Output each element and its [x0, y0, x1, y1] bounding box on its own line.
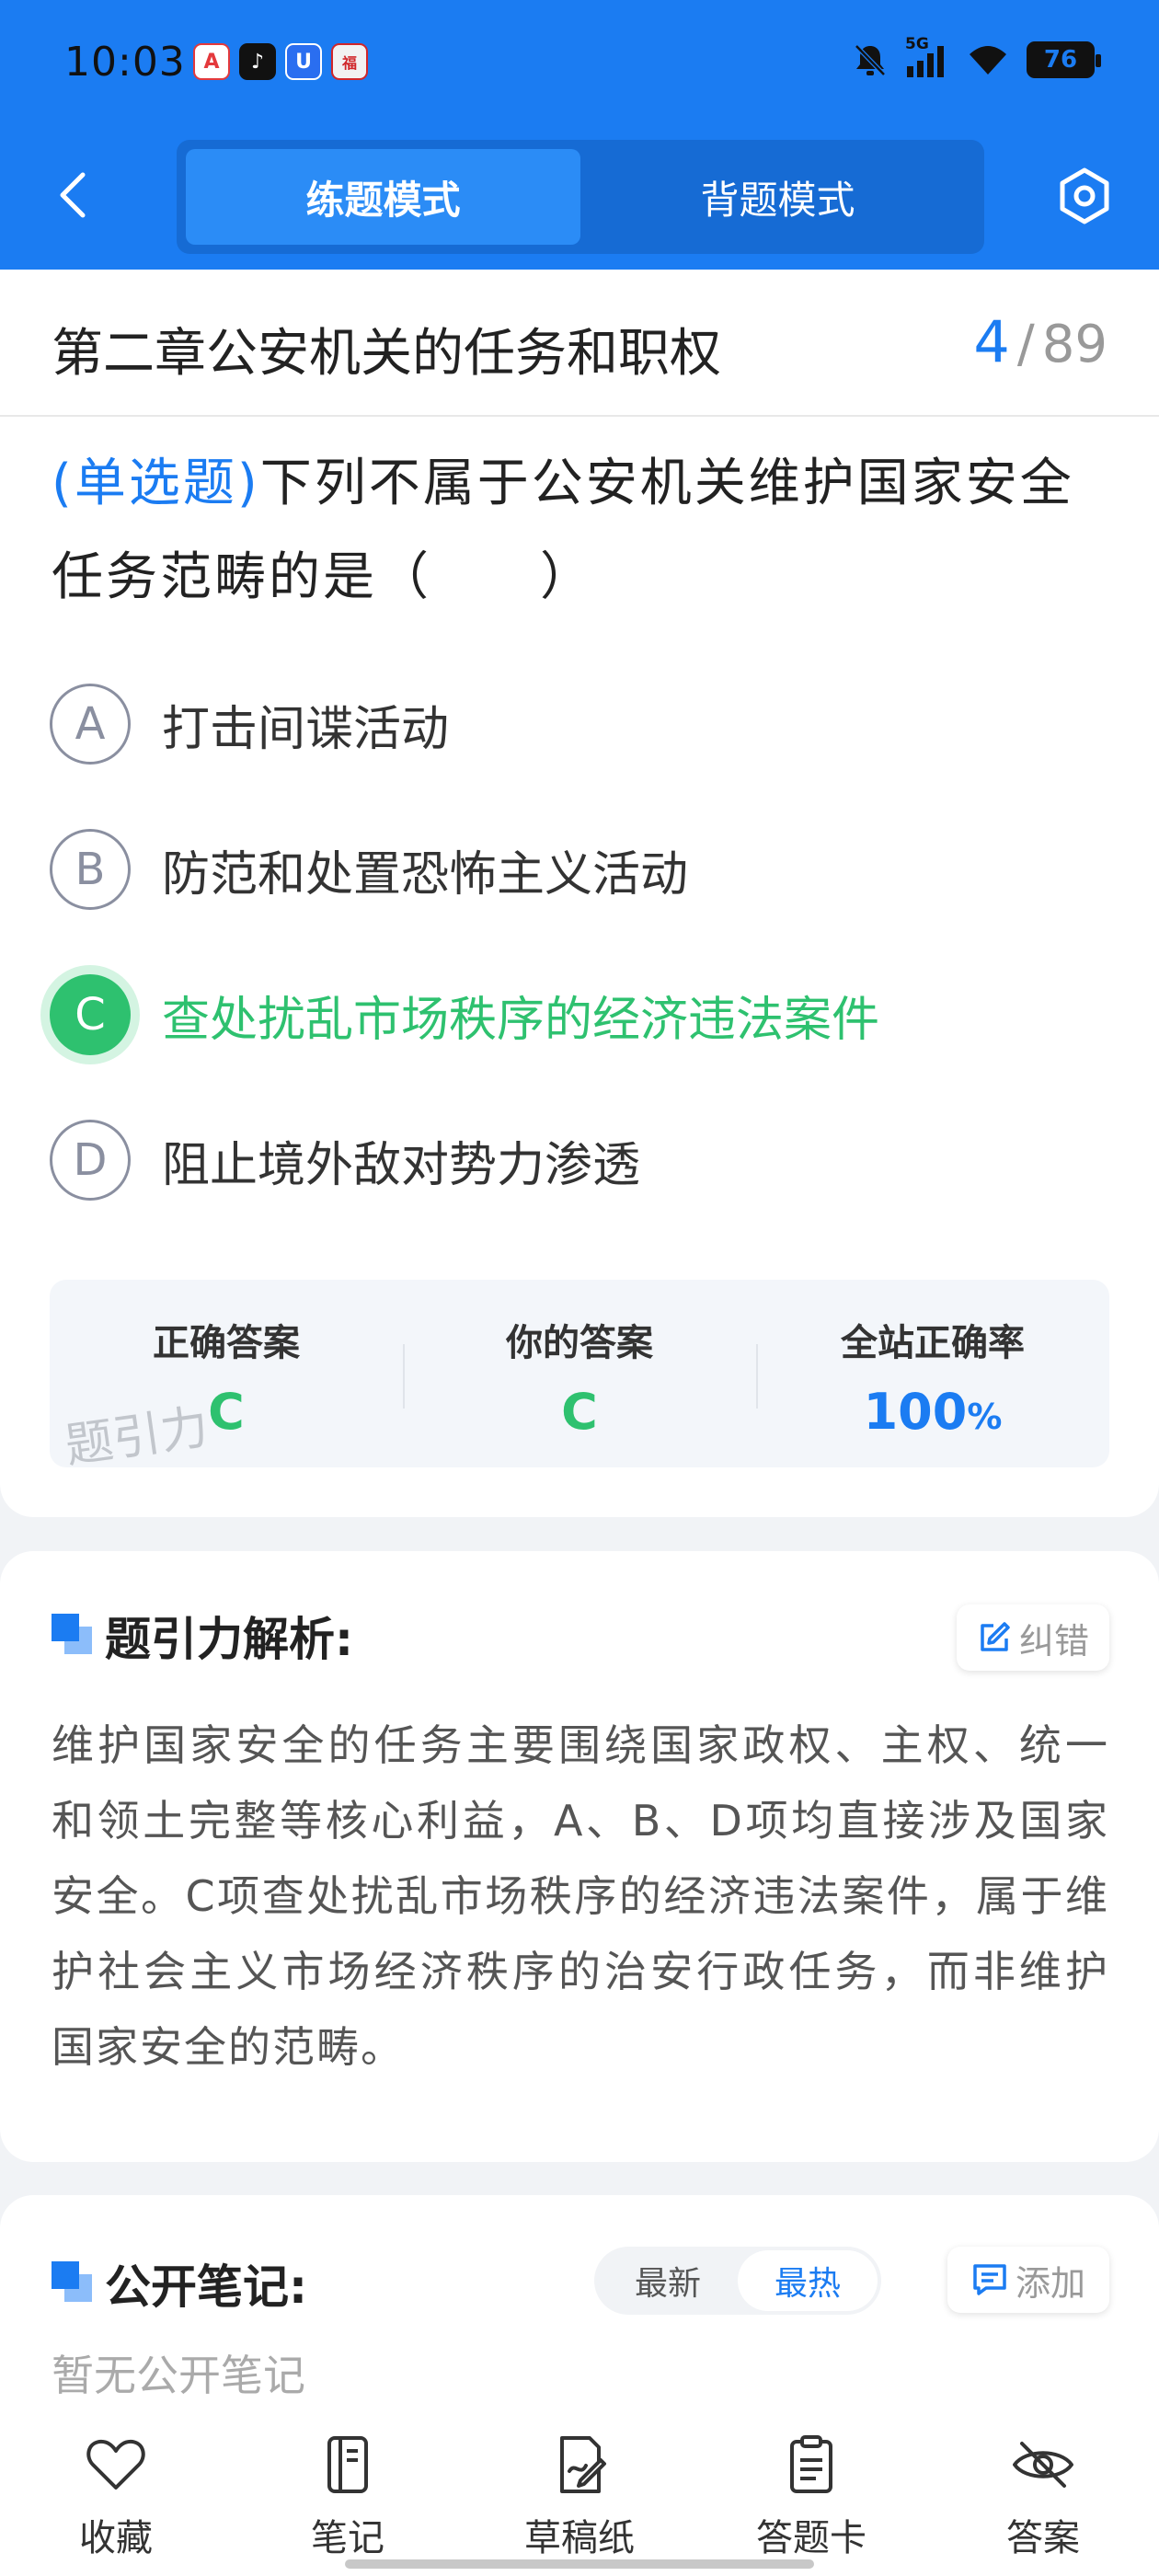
wifi-icon	[970, 46, 1006, 75]
signal-5g-icon: 5G	[905, 35, 949, 79]
analysis-text: 维护国家安全的任务主要围绕国家政权、主权、统一和领土完整等核心利益，A、B、D项…	[52, 1720, 1109, 2072]
chapter-header: 第二章公安机关的任务和职权 4/89	[0, 270, 1159, 417]
answer-card-icon	[790, 2435, 832, 2493]
your-answer-block: 你的答案 C	[403, 1280, 756, 1467]
tab-memorize-mode[interactable]: 背题模式	[580, 149, 975, 245]
status-time: 10:03	[64, 39, 186, 86]
accuracy-unit: %	[967, 1397, 1003, 1437]
chevron-left-icon	[60, 172, 86, 218]
mode-switch: 练题模式 背题模式	[177, 140, 984, 254]
show-answer-label: 答案	[1006, 2517, 1080, 2559]
favorite-button[interactable]: 收藏	[0, 2410, 232, 2576]
eye-off-icon	[1013, 2442, 1073, 2488]
notes-label: 笔记	[311, 2517, 384, 2559]
top-header: 10:03 A ♪ U 福 5G 76 练题模式 背题模式	[0, 0, 1159, 270]
draft-paper-icon	[560, 2436, 606, 2493]
question-type: (单选题)	[52, 454, 260, 513]
bottom-toolbar: 收藏 笔记 草稿纸 答题卡 答案	[0, 2410, 1159, 2576]
accuracy-label: 全站正确率	[841, 1322, 1025, 1364]
option-text: 查处扰乱市场秩序的经济违法案件	[162, 992, 880, 1048]
home-indicator[interactable]	[345, 2559, 814, 2569]
accuracy-number: 100	[863, 1383, 968, 1441]
option-a[interactable]: A 打击间谍活动	[50, 682, 1107, 766]
app-fu-notification-icon: 福	[331, 43, 368, 80]
option-d[interactable]: D 阻止境外敌对势力渗透	[50, 1118, 1107, 1202]
analysis-title: 题引力解析:	[105, 1613, 353, 1666]
draft-paper-label: 草稿纸	[524, 2517, 635, 2559]
option-letter: D	[50, 1120, 131, 1201]
back-button[interactable]	[53, 166, 94, 224]
chapter-title: 第二章公安机关的任务和职权	[52, 324, 721, 384]
battery-level: 76	[1043, 46, 1078, 74]
report-error-button[interactable]: 纠错	[957, 1604, 1109, 1671]
app-notification-icon: A	[193, 43, 230, 80]
notes-sort-toggle: 最新 最热	[594, 2247, 881, 2315]
tiktok-notification-icon: ♪	[239, 43, 276, 80]
comment-icon	[973, 2264, 1006, 2295]
total-question-count: 89	[1041, 315, 1107, 374]
section-square-icon	[52, 1614, 92, 1654]
sort-hottest[interactable]: 最热	[738, 2250, 878, 2311]
answer-card-button[interactable]: 答题卡	[695, 2410, 927, 2576]
show-answer-button[interactable]: 答案	[927, 2410, 1159, 2576]
option-b[interactable]: B 防范和处置恐怖主义活动	[50, 827, 1107, 912]
sort-latest[interactable]: 最新	[598, 2250, 738, 2311]
app-u-notification-icon: U	[285, 43, 322, 80]
analysis-card: 题引力解析: 纠错 维护国家安全的任务主要围绕国家政权、主权、统一和领土完整等核…	[0, 1551, 1159, 2162]
question-card: 第二章公安机关的任务和职权 4/89 (单选题)下列不属于公安机关维护国家安全任…	[0, 270, 1159, 1517]
current-question-number: 4	[973, 308, 1010, 375]
bell-muted-icon	[855, 44, 886, 76]
question-stem: (单选题)下列不属于公安机关维护国家安全任务范畴的是（ ）	[52, 437, 1109, 625]
heart-icon	[86, 2439, 145, 2490]
favorite-label: 收藏	[79, 2517, 153, 2559]
report-error-label: 纠错	[1018, 1620, 1089, 1662]
status-app-icons: A ♪ U 福	[193, 43, 368, 80]
answer-summary: 正确答案 C 题引力 你的答案 C 全站正确率 100%	[50, 1280, 1109, 1475]
edit-icon	[981, 1622, 1010, 1651]
your-answer-value: C	[561, 1383, 598, 1441]
status-indicators: 5G 76	[852, 35, 1101, 79]
section-square-icon	[52, 2261, 92, 2302]
correct-answer-label: 正确答案	[153, 1322, 300, 1364]
option-text: 打击间谍活动	[162, 701, 450, 757]
question-counter: 4/89	[973, 308, 1107, 375]
your-answer-label: 你的答案	[506, 1322, 653, 1364]
draft-paper-button[interactable]: 草稿纸	[464, 2410, 695, 2576]
option-letter: C	[50, 974, 131, 1055]
add-note-button[interactable]: 添加	[947, 2247, 1109, 2313]
notes-title: 公开笔记:	[105, 2260, 307, 2314]
notes-button[interactable]: 笔记	[232, 2410, 464, 2576]
empty-notes-text: 暂无公开笔记	[52, 2351, 305, 2400]
answer-card-label: 答题卡	[756, 2517, 866, 2559]
settings-button[interactable]	[1054, 166, 1115, 226]
accuracy-block: 全站正确率 100%	[756, 1280, 1109, 1467]
hexagon-settings-icon	[1060, 167, 1109, 224]
accuracy-value: 100%	[756, 1383, 1109, 1441]
tab-practice-mode[interactable]: 练题模式	[186, 149, 580, 245]
option-letter: A	[50, 684, 131, 765]
option-text: 阻止境外敌对势力渗透	[162, 1137, 641, 1193]
battery-icon: 76	[1027, 41, 1101, 78]
option-c[interactable]: C 查处扰乱市场秩序的经济违法案件	[50, 972, 1107, 1057]
correct-answer-block: 正确答案 C 题引力	[50, 1280, 403, 1475]
counter-separator: /	[1016, 315, 1035, 374]
notebook-icon	[327, 2436, 368, 2493]
option-letter: B	[50, 829, 131, 910]
add-note-label: 添加	[1015, 2262, 1085, 2304]
option-text: 防范和处置恐怖主义活动	[162, 846, 689, 903]
